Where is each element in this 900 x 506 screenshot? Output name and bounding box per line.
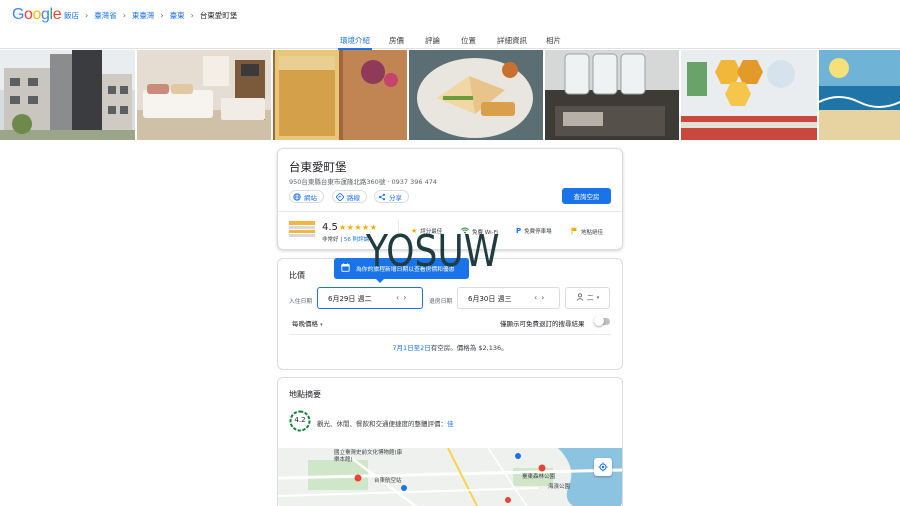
breadcrumb: 飯店 › 臺灣省 › 東臺灣 › 臺東 › 台東愛町堡	[64, 10, 237, 21]
directions-label: 路線	[347, 193, 360, 202]
watermark-text: YOSUW	[366, 226, 500, 277]
person-icon	[576, 293, 584, 303]
amenity-location: 地點絕佳	[571, 227, 603, 237]
photo-strip	[0, 50, 900, 140]
breadcrumb-current: 台東愛町堡	[199, 11, 238, 20]
logo-letter: o	[24, 6, 33, 23]
pricing-divider	[289, 334, 611, 335]
share-button[interactable]: 分享	[374, 190, 409, 203]
tab-photos[interactable]: 相片	[546, 35, 561, 46]
flag-icon	[571, 227, 578, 237]
photo-building[interactable]	[0, 50, 135, 140]
hotel-address: 950台東縣台東市運隆北路360號 · 0937 396 474	[289, 178, 437, 186]
tab-prices[interactable]: 房價	[389, 35, 404, 46]
map-label-museum: 國立臺灣史前文化博物館(康樂本館)	[334, 450, 403, 463]
location-summary-rating: 佳	[447, 420, 454, 428]
breadcrumb-city[interactable]: 臺東	[170, 10, 185, 21]
rating-score: 4.5	[322, 222, 338, 233]
availability-dates[interactable]: 7月1日至2日	[392, 344, 430, 352]
guests-selector[interactable]: 二 ▾	[565, 287, 610, 309]
photo-iced-tea[interactable]	[273, 50, 407, 140]
rating-label: 非常好	[322, 237, 339, 243]
map-label-seaside-park: 海濱公園	[548, 484, 571, 490]
top-bar: Google 飯店 › 臺灣省 › 東臺灣 › 臺東 › 台東愛町堡	[0, 0, 900, 32]
photo-sandwich[interactable]	[409, 50, 543, 140]
location-summary: 觀光、休閒、餐飲和交通便捷度的整體評價：佳	[317, 418, 454, 428]
tab-location[interactable]: 位置	[461, 35, 476, 46]
location-summary-text: 觀光、休閒、餐飲和交通便捷度的整體評價：	[317, 420, 447, 428]
tab-reviews[interactable]: 評論	[425, 35, 440, 46]
website-label: 網站	[304, 193, 317, 202]
breadcrumb-province[interactable]: 臺灣省	[94, 10, 117, 21]
breadcrumb-separator: ›	[85, 11, 89, 20]
map-label-airport: 台東航空站	[374, 478, 402, 484]
checkout-date-field[interactable]: 6月30日 週三 ‹›	[457, 287, 560, 309]
directions-icon	[336, 192, 344, 201]
amenity-label: 地點絕佳	[581, 230, 604, 236]
photo-bedroom[interactable]	[137, 50, 271, 140]
directions-button[interactable]: 路線	[332, 190, 367, 203]
calendar-icon	[341, 263, 350, 274]
location-card: 地點摘要 4.2 觀光、休閒、餐飲和交通便捷度的整體評價：佳 國立臺灣史前文化博…	[277, 377, 623, 506]
share-icon	[378, 193, 386, 201]
section-tabs: 環境介紹 房價 評論 位置 詳細資訊 相片	[0, 33, 900, 50]
logo-letter: G	[12, 6, 25, 23]
checkin-arrows: ‹›	[396, 293, 410, 302]
location-score: 4.2	[294, 416, 306, 424]
share-label: 分享	[389, 193, 402, 202]
logo-letter: e	[52, 6, 62, 23]
checkin-label: 入住日期	[289, 299, 313, 305]
globe-icon	[293, 192, 301, 201]
logo-letter: o	[32, 6, 42, 23]
rating-badge-icon	[289, 221, 315, 240]
checkout-arrows: ‹›	[534, 293, 548, 302]
checkout-label: 退房日期	[429, 299, 453, 305]
availability-note: 7月1日至2日有空房。價格為 $2,136。	[278, 342, 622, 352]
pricing-title: 比價	[289, 271, 305, 280]
hotel-name: 台東愛町堡	[289, 160, 347, 174]
guests-value: 二	[586, 294, 594, 302]
photo-cafe-interior[interactable]	[681, 50, 817, 140]
caret-down-icon: ▾	[320, 322, 323, 328]
breadcrumb-separator: ›	[190, 11, 194, 20]
caret-down-icon: ▾	[596, 295, 600, 301]
check-availability-button[interactable]: 查詢空房	[562, 188, 611, 204]
breadcrumb-separator: ›	[160, 11, 164, 20]
breadcrumb-region[interactable]: 東臺灣	[132, 10, 155, 21]
amenity-parking: P 免費停車場	[516, 227, 552, 235]
website-button[interactable]: 網站	[289, 190, 324, 203]
free-cancel-label: 僅顯示可免費退訂的搜尋結果	[500, 320, 585, 328]
map-label-forest-park: 臺東森林公園	[522, 474, 556, 480]
sort-label: 每晚價格	[292, 320, 318, 328]
locate-icon	[598, 462, 608, 472]
checkin-value: 6月29日 週二	[328, 295, 372, 303]
breadcrumb-separator: ›	[122, 11, 126, 20]
parking-icon: P	[516, 227, 522, 235]
card-divider	[278, 211, 622, 212]
chevron-right-icon[interactable]: ›	[541, 293, 548, 302]
logo-letter: g	[41, 6, 50, 23]
breadcrumb-hotels[interactable]: 飯店	[64, 10, 79, 21]
location-map[interactable]: 國立臺灣史前文化博物館(康樂本館) 台東航空站 臺東森林公園 海濱公園	[278, 448, 622, 506]
checkin-date-field[interactable]: 6月29日 週二 ‹›	[317, 287, 423, 309]
tab-overview[interactable]: 環境介紹	[338, 35, 372, 50]
amenity-label: 免費停車場	[524, 229, 552, 235]
sort-dropdown[interactable]: 每晚價格 ▾	[292, 318, 323, 328]
chevron-right-icon[interactable]: ›	[403, 293, 410, 302]
availability-text: 有空房。價格為 $2,136。	[430, 344, 508, 352]
tab-details[interactable]: 詳細資訊	[497, 35, 527, 46]
map-canvas	[278, 448, 622, 506]
photo-ocean-mural[interactable]	[819, 50, 900, 140]
free-cancel-toggle[interactable]	[594, 316, 610, 326]
location-title: 地點摘要	[289, 390, 321, 399]
locate-button[interactable]	[594, 458, 612, 476]
photo-drink-dispensers[interactable]	[545, 50, 679, 140]
google-logo[interactable]: Google	[12, 6, 62, 24]
checkout-value: 6月30日 週三	[468, 295, 512, 303]
rating-summary: 非常好 | 56 則評論	[322, 235, 369, 243]
